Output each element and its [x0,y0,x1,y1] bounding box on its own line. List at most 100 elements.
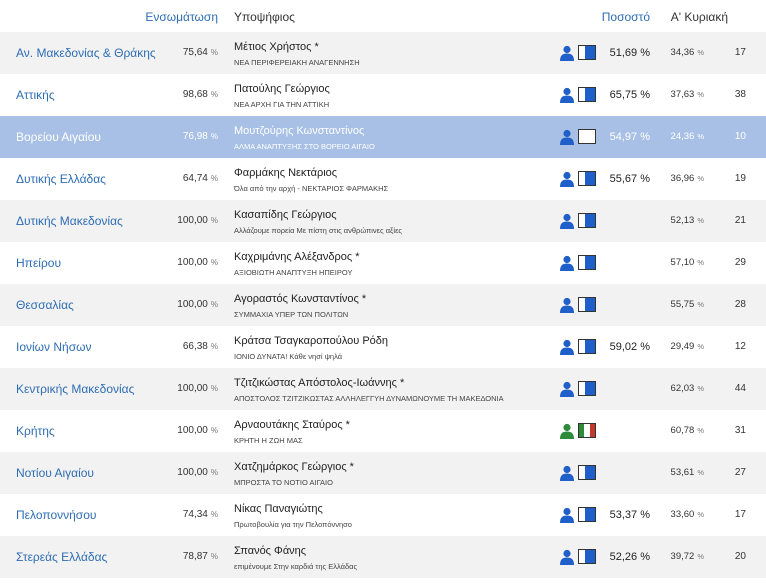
party-name: Όλα από την αρχή - ΝΕΚΤΑΡΙΟΣ ΦΑΡΜΑΚΗΣ [234,184,389,193]
seats-value: 17 [734,509,746,520]
seats-value: 28 [734,299,746,310]
person-icon [560,213,574,229]
person-icon [560,171,574,187]
ensomatosi-value: 100,00% [177,467,218,478]
region-name[interactable]: Νοτίου Αιγαίου [16,452,94,494]
candidate-name: Τζιτζικώστας Απόστολος-Ιωάννης * [234,377,405,389]
ensomatosi-value: 100,00% [177,215,218,226]
candidate-name: Χατζημάρκος Γεώργιος * [234,461,354,473]
table-row[interactable]: Δυτικής Ελλάδας 64,74% Φαρμάκης Νεκτάριος Ό… [0,158,766,200]
table-row[interactable]: Βορείου Αιγαίου 76,98% Μουτζούρης Κωνσταντ… [0,116,766,158]
table-row[interactable]: Αττικής 98,68% Πατούλης Γεώργιος ΝΕΑ ΑΡΧΗ Γ… [0,74,766,116]
pososto-value: 51,69 % [609,47,650,59]
person-icon [560,129,574,145]
region-name[interactable]: Ηπείρου [16,242,61,284]
party-name: ΣΥΜΜΑΧΙΑ ΥΠΕΡ ΤΩΝ ΠΟΛΙΤΩΝ [234,310,349,319]
first-sunday-value: 62,03% [670,383,704,394]
candidate-name: Κράτσα Τσαγκαροπούλου Ρόδη [234,335,389,347]
person-icon [560,549,574,565]
first-sunday-value: 53,61% [670,467,704,478]
person-icon [560,381,574,397]
first-sunday-value: 29,49% [670,341,704,352]
pososto-value [590,284,650,326]
pososto-value [590,410,650,452]
person-icon [560,255,574,271]
table-row[interactable]: Κρήτης 100,00% Αρναουτάκης Σταύρος * ΚΡΗΤΗ … [0,410,766,452]
ensomatosi-value: 74,34% [182,509,218,520]
region-name[interactable]: Κεντρικής Μακεδονίας [16,368,134,410]
person-icon [560,297,574,313]
table-row[interactable]: Ιονίων Νήσων 66,38% Κράτσα Τσαγκαροπούλου … [0,326,766,368]
person-icon [560,339,574,355]
first-sunday-value: 39,72% [670,551,704,562]
first-sunday-value: 60,78% [670,425,704,436]
party-name: ΑΛΜΑ ΑΝΑΠΤΥΞΗΣ ΣΤΟ ΒΟΡΕΙΟ ΑΙΓΑΙΟ [234,142,375,151]
candidate-name: Κασαπίδης Γεώργιος [234,209,337,221]
candidate-name: Μουτζούρης Κωνσταντίνος [234,125,365,137]
party-name: ΚΡΗΤΗ Η ΖΩΗ ΜΑΣ [234,436,303,445]
ensomatosi-value: 100,00% [177,257,218,268]
region-name[interactable]: Ιονίων Νήσων [16,326,92,368]
ensomatosi-value: 64,74% [182,173,218,184]
first-sunday-value: 34,36% [670,47,704,58]
person-icon [560,465,574,481]
seats-value: 21 [734,215,746,226]
region-name[interactable]: Βορείου Αιγαίου [16,116,101,158]
table-row[interactable]: Κεντρικής Μακεδονίας 100,00% Τζιτζικώστας … [0,368,766,410]
region-name[interactable]: Στερεάς Ελλάδας [16,536,107,578]
ensomatosi-value: 76,98% [182,131,218,142]
pososto-value: 52,26 % [609,551,650,563]
party-name: ΑΞΙΟΒΙΩΤΗ ΑΝΑΠΤΥΞΗ ΗΠΕΙΡΟΥ [234,268,353,277]
first-sunday-value: 57,10% [670,257,704,268]
party-name: ΝΕΑ ΠΕΡΙΦΕΡΕΙΑΚΗ ΑΝΑΓΕΝΝΗΣΗ [234,58,360,67]
first-sunday-value: 55,75% [670,299,704,310]
pososto-value [590,452,650,494]
candidate-name: Μέτιος Χρήστος * [234,41,319,53]
region-name[interactable]: Δυτικής Μακεδονίας [16,200,123,242]
table-row[interactable]: Δυτικής Μακεδονίας 100,00% Κασαπίδης Γεώργ… [0,200,766,242]
candidate-name: Νίκας Παναγιώτης [234,503,323,515]
region-name[interactable]: Θεσσαλίας [16,284,74,326]
candidate-name: Καχριμάνης Αλέξανδρος * [234,251,360,263]
first-sunday-value: 24,36% [670,131,704,142]
pososto-value: 54,97 % [609,131,650,143]
candidate-name: Φαρμάκης Νεκτάριος [234,167,338,179]
table-row[interactable]: Θεσσαλίας 100,00% Αγοραστός Κωνσταντίνος *… [0,284,766,326]
table-row[interactable]: Πελοποννήσου 74,34% Νίκας Παναγιώτης Πρωτοβ… [0,494,766,536]
party-name: Πρωτοβουλία για την Πελοπόννησο [234,520,352,529]
seats-value: 12 [734,341,746,352]
seats-value: 31 [734,425,746,436]
party-name: ΑΠΟΣΤΟΛΟΣ ΤΖΙΤΖΙΚΩΣΤΑΣ ΑΛΛΗΛΕΓΓΥΗ ΔΥΝΑΜΩ… [234,394,504,403]
ensomatosi-value: 98,68% [182,89,218,100]
person-icon [560,507,574,523]
party-name: επιμένουμε Στην καρδιά της Ελλάδας [234,562,358,571]
person-icon [560,87,574,103]
region-name[interactable]: Δυτικής Ελλάδας [16,158,106,200]
header-ensomatosi[interactable]: Ενσωμάτωση [0,10,218,24]
pososto-value [590,242,650,284]
header-candidate: Υποψήφιος [234,10,295,24]
seats-value: 19 [734,173,746,184]
region-name[interactable]: Αττικής [16,74,55,116]
table-row[interactable]: Στερεάς Ελλάδας 78,87% Σπανός Φάνης επιμένο… [0,536,766,578]
region-name[interactable]: Πελοποννήσου [16,494,96,536]
region-name[interactable]: Κρήτης [16,410,55,452]
candidate-name: Πατούλης Γεώργιος [234,83,330,95]
header-pososto[interactable]: Ποσοστό [560,10,650,24]
seats-value: 10 [734,131,746,142]
pososto-value [590,200,650,242]
pososto-value: 55,67 % [609,173,650,185]
person-green-icon [560,423,574,439]
seats-value: 27 [734,467,746,478]
table-header: Ενσωμάτωση Υποψήφιος Ποσοστό Α' Κυριακή [0,0,766,32]
ensomatosi-value: 100,00% [177,383,218,394]
seats-value: 44 [734,383,746,394]
table-row[interactable]: Ηπείρου 100,00% Καχριμάνης Αλέξανδρος * ΑΞΙ… [0,242,766,284]
seats-value: 29 [734,257,746,268]
table-row[interactable]: Νοτίου Αιγαίου 100,00% Χατζημάρκος Γεώργιο… [0,452,766,494]
pososto-value: 59,02 % [609,341,650,353]
party-name: ΙΟΝΙΟ ΔΥΝΑΤΑ! Κάθε νησί ψηλά [234,352,343,361]
first-sunday-value: 37,63% [670,89,704,100]
table-row[interactable]: Αν. Μακεδονίας & Θράκης 75,64% Μέτιος Χρήσ… [0,32,766,74]
region-name[interactable]: Αν. Μακεδονίας & Θράκης [16,32,156,74]
